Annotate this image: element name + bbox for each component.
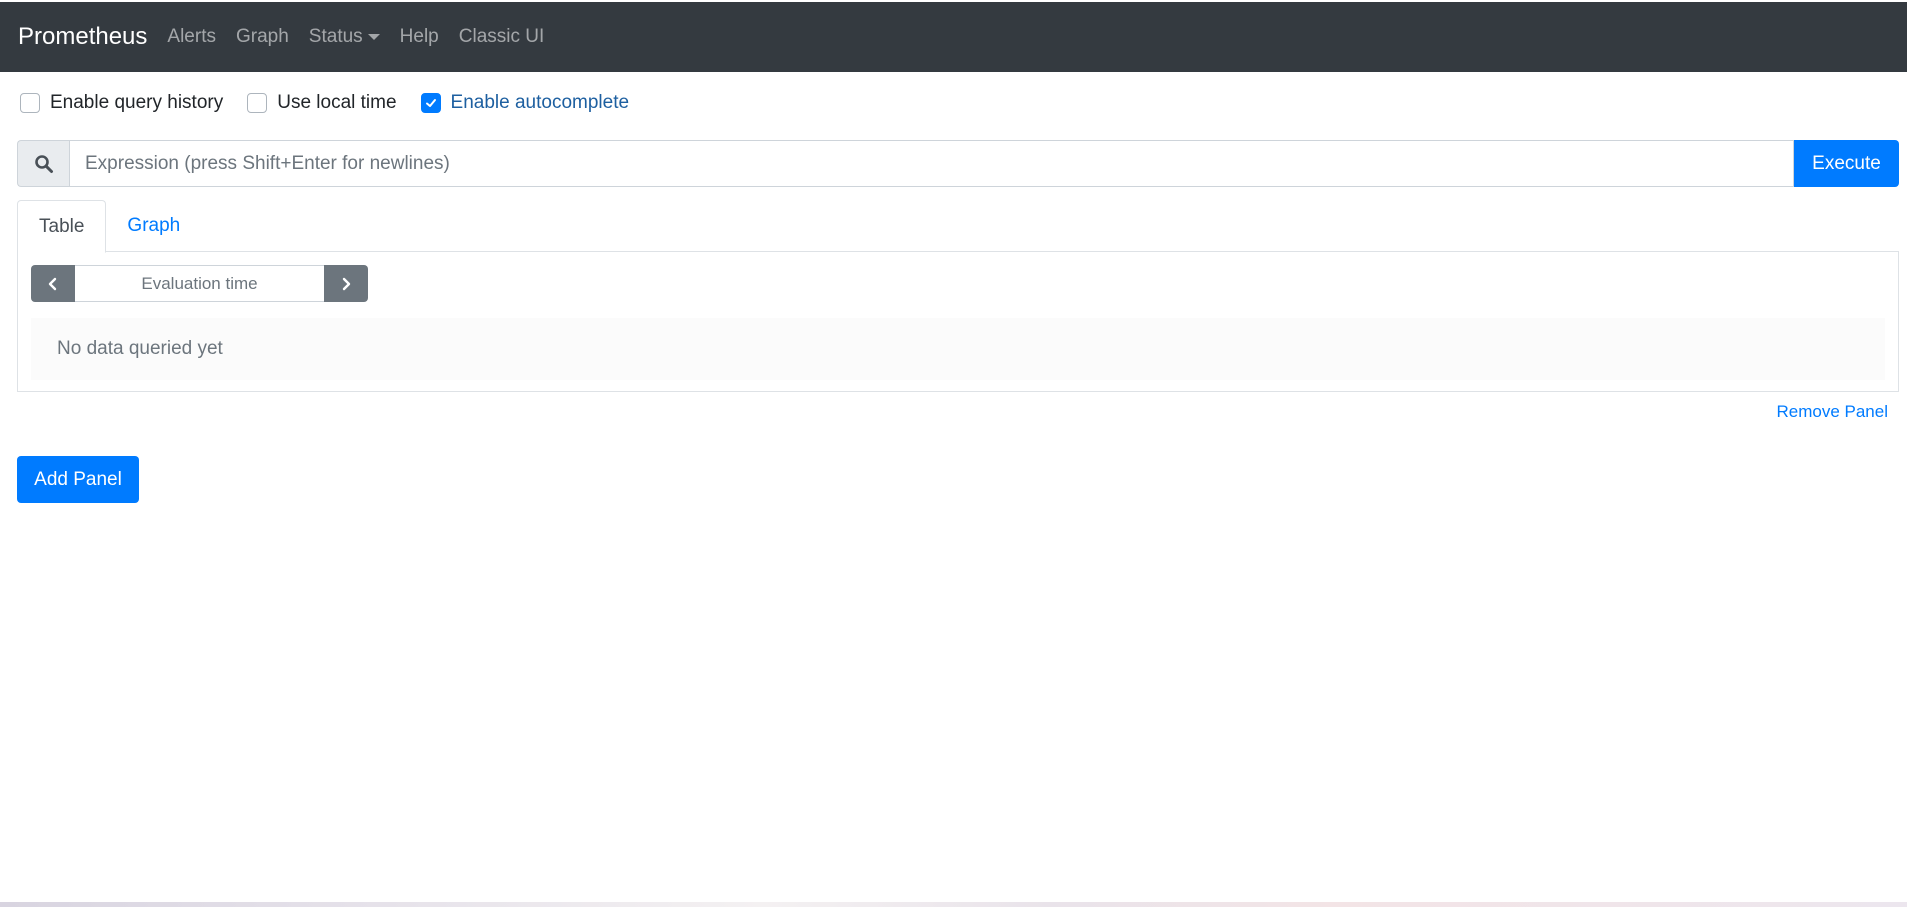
top-navbar: Prometheus Alerts Graph Status Help Clas…	[0, 2, 1907, 72]
checkmark-icon	[425, 99, 436, 107]
query-history-checkbox[interactable]	[20, 93, 40, 113]
query-options: Enable query history Use local time Enab…	[20, 92, 653, 114]
autocomplete-label: Enable autocomplete	[450, 92, 630, 113]
nav-classic-ui[interactable]: Classic UI	[459, 26, 545, 48]
nav-status-dropdown[interactable]: Status	[309, 26, 380, 48]
window-bottom-edge	[0, 902, 1907, 907]
no-data-message: No data queried yet	[31, 318, 1885, 380]
tab-graph[interactable]: Graph	[106, 200, 201, 252]
query-history-label: Enable query history	[50, 92, 224, 113]
expression-input-group: Execute	[17, 140, 1899, 187]
chevron-right-icon	[342, 277, 351, 290]
caret-down-icon	[367, 34, 380, 40]
autocomplete-checkbox[interactable]	[420, 93, 441, 113]
execute-button[interactable]: Execute	[1794, 140, 1899, 187]
nav-alerts[interactable]: Alerts	[167, 26, 216, 48]
remove-panel-link[interactable]: Remove Panel	[1776, 402, 1888, 422]
search-icon	[17, 140, 69, 187]
eval-time-next-button[interactable]	[324, 265, 368, 302]
expression-input[interactable]	[69, 140, 1794, 187]
option-query-history[interactable]: Enable query history	[20, 92, 223, 114]
option-autocomplete[interactable]: Enable autocomplete	[420, 92, 630, 114]
eval-time-prev-button[interactable]	[31, 265, 75, 302]
evaluation-time-group	[31, 265, 368, 302]
local-time-checkbox[interactable]	[247, 93, 268, 113]
add-panel-button[interactable]: Add Panel	[17, 456, 139, 503]
panel-body: No data queried yet	[17, 252, 1899, 392]
brand-link[interactable]: Prometheus	[18, 23, 147, 51]
panel-tabs: Table Graph	[17, 200, 1899, 253]
local-time-label: Use local time	[277, 92, 397, 113]
evaluation-time-input[interactable]	[75, 265, 324, 302]
chevron-left-icon	[48, 277, 57, 290]
nav-graph[interactable]: Graph	[236, 26, 289, 48]
tab-table[interactable]: Table	[17, 200, 107, 253]
nav-status-label: Status	[308, 26, 363, 47]
nav-help[interactable]: Help	[400, 26, 439, 48]
option-local-time[interactable]: Use local time	[247, 92, 397, 114]
